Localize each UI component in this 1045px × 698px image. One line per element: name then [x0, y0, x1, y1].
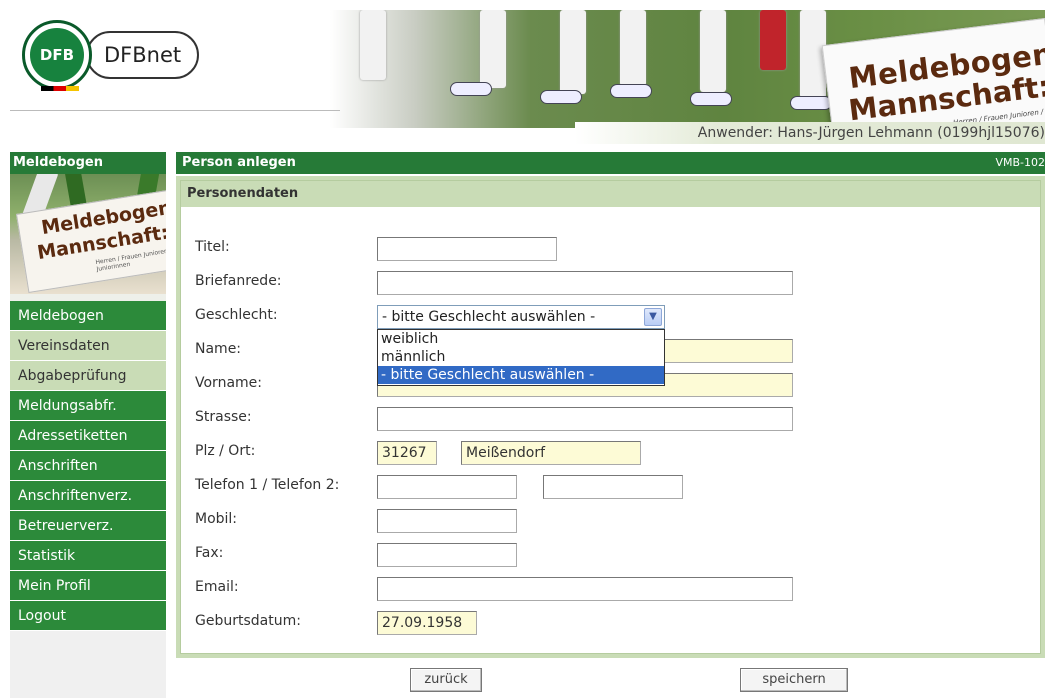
- sidebar-spacer: [10, 294, 166, 301]
- sidebar-item-vereinsdaten[interactable]: Vereinsdaten: [10, 331, 166, 361]
- briefanrede-label: Briefanrede:: [195, 273, 282, 289]
- geburtsdatum-label: Geburtsdatum:: [195, 613, 301, 629]
- telefon-label: Telefon 1 / Telefon 2:: [195, 477, 340, 493]
- plz-ort-label: Plz / Ort:: [195, 443, 256, 459]
- sidebar-item-mein-profil[interactable]: Mein Profil: [10, 571, 166, 601]
- mobil-input[interactable]: [377, 509, 517, 533]
- briefanrede-input[interactable]: [377, 271, 793, 295]
- geschlecht-dropdown-list: weiblich männlich - bitte Geschlecht aus…: [377, 329, 665, 386]
- sidebar-item-statistik[interactable]: Statistik: [10, 541, 166, 571]
- ort-input[interactable]: Meißendorf: [461, 441, 641, 465]
- plz-input[interactable]: 31267: [377, 441, 437, 465]
- geschlecht-option-placeholder[interactable]: - bitte Geschlecht auswählen -: [378, 366, 664, 384]
- sidebar-title: Meldebogen: [10, 152, 166, 174]
- geschlecht-option-maennlich[interactable]: männlich: [378, 348, 664, 366]
- fax-input[interactable]: [377, 543, 517, 567]
- page-title: Person anlegen: [182, 155, 296, 170]
- sidebar-item-abgabepruefung[interactable]: Abgabeprüfung: [10, 361, 166, 391]
- sidebar-item-betreuerverz[interactable]: Betreuerverz.: [10, 511, 166, 541]
- sidebar-item-meldebogen[interactable]: Meldebogen: [10, 301, 166, 331]
- geschlecht-selected-value: - bitte Geschlecht auswählen -: [382, 309, 596, 325]
- email-label: Email:: [195, 579, 239, 595]
- page-header: DFB DFBnet Meldebogen Mannschaft: Herren…: [0, 0, 1045, 148]
- save-button[interactable]: speichern: [740, 668, 848, 692]
- sidebar-item-meldungsabfr[interactable]: Meldungsabfr.: [10, 391, 166, 421]
- strasse-input[interactable]: [377, 407, 793, 431]
- geschlecht-option-weiblich[interactable]: weiblich: [378, 330, 664, 348]
- mobil-label: Mobil:: [195, 511, 238, 527]
- section-title: Personendaten: [181, 181, 1040, 207]
- back-button[interactable]: zurück: [410, 668, 482, 692]
- dfb-emblem-icon: DFB: [22, 20, 92, 91]
- telefon1-input[interactable]: [377, 475, 517, 499]
- strasse-label: Strasse:: [195, 409, 252, 425]
- sidebar-nav: Meldebogen Vereinsdaten Abgabeprüfung Me…: [10, 301, 166, 631]
- vorname-label: Vorname:: [195, 375, 262, 391]
- telefon2-input[interactable]: [543, 475, 683, 499]
- fax-label: Fax:: [195, 545, 224, 561]
- sidebar-item-adressetiketten[interactable]: Adressetiketten: [10, 421, 166, 451]
- geschlecht-label: Geschlecht:: [195, 307, 278, 323]
- current-user-info: Anwender: Hans-Jürgen Lehmann (0199hjl15…: [575, 122, 1045, 144]
- dfbnet-logo[interactable]: DFB DFBnet: [22, 20, 200, 91]
- banner-title-card: Meldebogen Mannschaft: Herren / Frauen J…: [821, 18, 1045, 128]
- form-panel-frame: Personendaten Titel: Briefanrede: Geschl…: [176, 176, 1045, 658]
- sidebar-item-logout[interactable]: Logout: [10, 601, 166, 631]
- sidebar-item-anschriftenverz[interactable]: Anschriftenverz.: [10, 481, 166, 511]
- header-divider: [10, 110, 340, 111]
- geburtsdatum-input[interactable]: 27.09.1958: [377, 611, 477, 635]
- titel-input[interactable]: [377, 237, 557, 261]
- chevron-down-icon[interactable]: ▼: [644, 308, 662, 326]
- geschlecht-select[interactable]: - bitte Geschlecht auswählen - ▼: [377, 305, 665, 329]
- sidebar-image: Meldebogen Mannschaft: Herren / Frauen J…: [10, 174, 166, 294]
- page-code: VMB-102: [995, 156, 1045, 169]
- email-input[interactable]: [377, 577, 793, 601]
- dfbnet-logo-text: DFBnet: [86, 31, 200, 79]
- name-label: Name:: [195, 341, 242, 357]
- person-data-panel: Personendaten Titel: Briefanrede: Geschl…: [180, 180, 1041, 654]
- titel-label: Titel:: [195, 239, 230, 255]
- sidebar-item-anschriften[interactable]: Anschriften: [10, 451, 166, 481]
- main-content: Person anlegen VMB-102 Personendaten Tit…: [176, 152, 1045, 698]
- page-title-bar: Person anlegen VMB-102: [176, 152, 1045, 174]
- header-banner-image: Meldebogen Mannschaft: Herren / Frauen J…: [330, 10, 1045, 128]
- sidebar: Meldebogen Meldebogen Mannschaft: Herren…: [10, 152, 166, 698]
